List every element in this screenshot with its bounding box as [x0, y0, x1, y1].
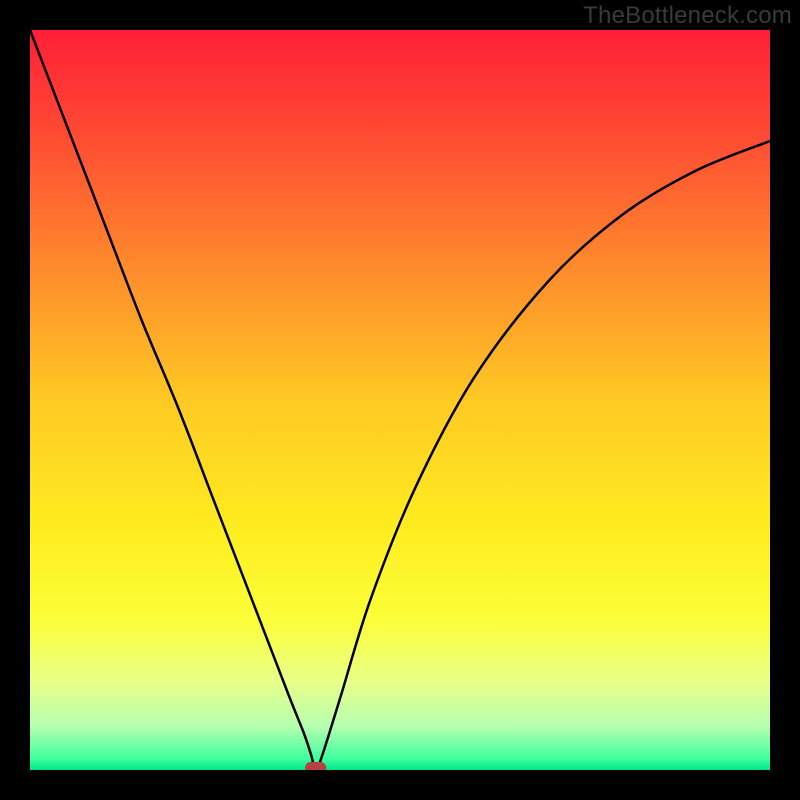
chart-svg — [30, 30, 770, 770]
optimal-point-marker — [306, 763, 326, 771]
chart-frame: TheBottleneck.com — [0, 0, 800, 800]
plot-area — [30, 30, 770, 770]
watermark-text: TheBottleneck.com — [583, 2, 792, 30]
gradient-background — [30, 30, 770, 770]
